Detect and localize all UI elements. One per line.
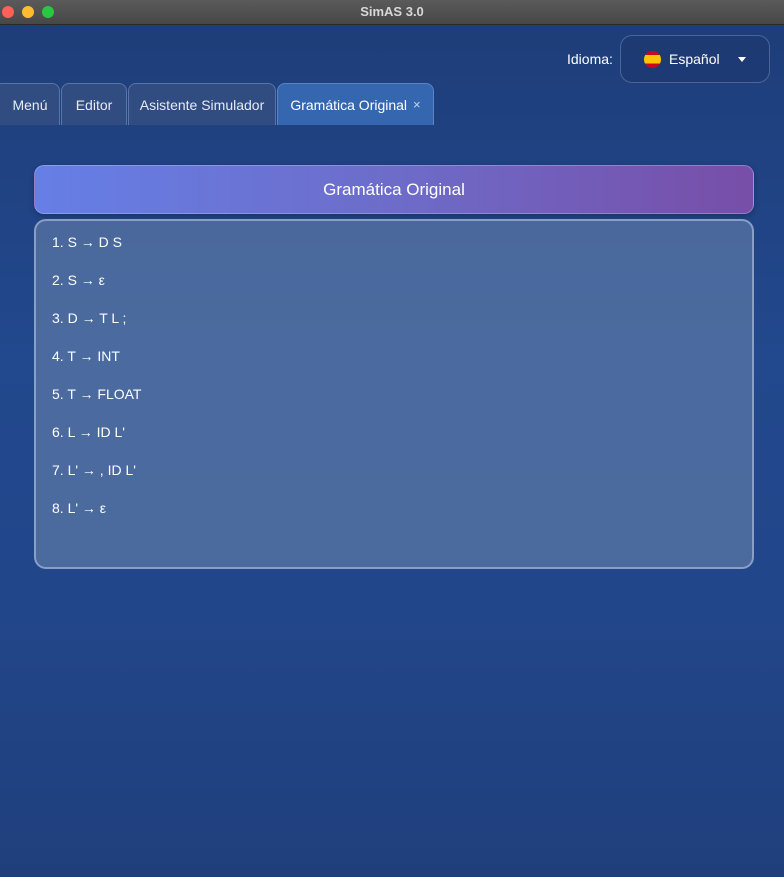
grammar-rule: 8. L' → ε: [52, 500, 107, 516]
tab-gramatica-original[interactable]: Gramática Original ×: [277, 83, 434, 125]
spain-flag-icon: [644, 51, 661, 68]
tab-asistente-simulador[interactable]: Asistente Simulador: [128, 83, 276, 125]
grammar-rule: 2. S → ε: [52, 272, 105, 288]
tab-menu[interactable]: Menú: [0, 83, 60, 125]
grammar-rule: 6. L → ID L': [52, 424, 125, 440]
tab-label: Menú: [12, 96, 48, 113]
chevron-down-icon: [738, 57, 746, 62]
grammar-rule: 3. D → T L ;: [52, 310, 127, 326]
language-select[interactable]: Español: [620, 35, 770, 83]
grammar-rule: 1. S → D S: [52, 234, 123, 250]
tab-label: Editor: [75, 96, 113, 113]
tab-label: Asistente Simulador: [139, 96, 265, 113]
window-titlebar: SimAS 3.0: [0, 0, 784, 25]
grammar-rule: 5. T → FLOAT: [52, 386, 142, 402]
close-tab-icon[interactable]: ×: [413, 97, 421, 112]
tab-editor[interactable]: Editor: [61, 83, 127, 125]
grammar-rule: 4. T → INT: [52, 348, 120, 364]
language-value: Español: [669, 51, 720, 67]
tab-label: Gramática Original: [290, 96, 408, 113]
language-label: Idioma:: [567, 51, 613, 67]
grammar-rules-list: 1. S → D S 2. S → ε 3. D → T L ; 4. T → …: [34, 219, 754, 569]
grammar-rule: 7. L' → , ID L': [52, 462, 136, 478]
window-title: SimAS 3.0: [360, 4, 424, 19]
grammar-panel-title: Gramática Original: [34, 165, 754, 214]
